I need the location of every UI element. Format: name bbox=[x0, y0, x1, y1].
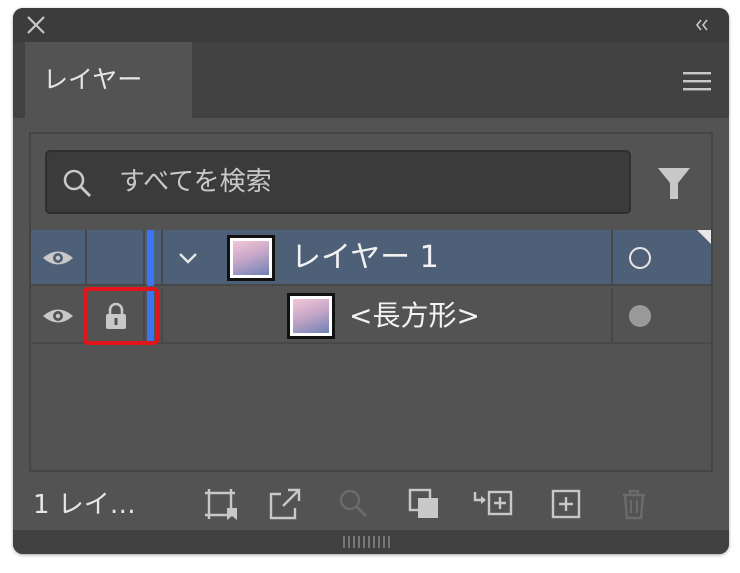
target-circle-icon[interactable] bbox=[629, 247, 651, 269]
tab-layers-label: レイヤー bbox=[43, 65, 143, 94]
locate-object-icon bbox=[339, 489, 368, 518]
target-circle-icon[interactable] bbox=[629, 305, 651, 327]
create-new-layer-icon[interactable] bbox=[547, 486, 585, 522]
make-clipping-mask-icon[interactable] bbox=[405, 486, 443, 522]
lock-highlight-annotation bbox=[83, 287, 159, 345]
hamburger-menu-icon[interactable] bbox=[683, 71, 711, 91]
panel-titlebar bbox=[13, 8, 729, 42]
layer-thumbnail bbox=[227, 235, 275, 281]
layers-panel: レイヤー すべてを検索 レイヤー 1 <長方形> 1 レイ… bbox=[13, 8, 729, 554]
grip-lines-icon bbox=[343, 536, 393, 548]
layer-row[interactable]: レイヤー 1 bbox=[31, 230, 711, 286]
selection-corner-indicator bbox=[697, 230, 711, 244]
layer-color-bar bbox=[147, 230, 154, 286]
lock-toggle[interactable] bbox=[87, 230, 145, 286]
column-divider bbox=[611, 230, 613, 286]
double-chevron-left-icon[interactable] bbox=[693, 16, 711, 34]
visibility-toggle[interactable] bbox=[31, 288, 87, 344]
create-sublayer-icon[interactable] bbox=[471, 486, 517, 522]
delete-icon bbox=[623, 489, 645, 520]
resize-grip[interactable] bbox=[13, 530, 729, 554]
tab-bar: レイヤー bbox=[13, 42, 729, 118]
layer-name[interactable]: レイヤー 1 bbox=[291, 230, 439, 286]
tab-layers[interactable]: レイヤー bbox=[25, 42, 192, 118]
filter-icon[interactable] bbox=[657, 166, 691, 202]
object-thumbnail bbox=[287, 293, 335, 339]
column-divider bbox=[161, 230, 163, 286]
column-divider bbox=[611, 288, 613, 344]
column-divider bbox=[161, 288, 163, 344]
visibility-toggle[interactable] bbox=[31, 230, 87, 286]
export-icon[interactable] bbox=[267, 486, 305, 522]
search-icon bbox=[63, 169, 92, 198]
layer-count: 1 レイ… bbox=[33, 490, 136, 520]
object-name[interactable]: <長方形> bbox=[349, 288, 480, 344]
eye-icon bbox=[43, 251, 73, 265]
search-input[interactable] bbox=[119, 152, 599, 212]
collect-for-export-icon[interactable] bbox=[203, 486, 241, 522]
close-icon[interactable] bbox=[25, 14, 47, 36]
chevron-down-icon[interactable] bbox=[177, 248, 199, 268]
panel-footer: 1 レイ… bbox=[13, 478, 729, 530]
search-box bbox=[45, 150, 631, 214]
eye-icon bbox=[43, 309, 73, 323]
